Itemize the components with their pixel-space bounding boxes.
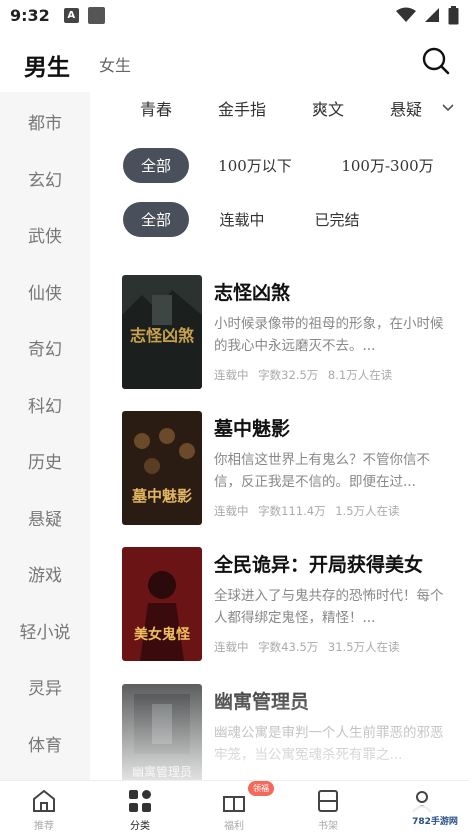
cover-title: 美女鬼怪: [134, 626, 191, 643]
tab-male[interactable]: 男生: [24, 48, 70, 82]
nav-bookshelf[interactable]: 书架: [298, 787, 358, 832]
tab-female[interactable]: 女生: [99, 52, 131, 76]
welfare-badge: 领福: [248, 781, 274, 796]
bookshelf-icon: [318, 790, 338, 812]
sidebar-item-lingyi[interactable]: 灵异: [0, 674, 90, 699]
sidebar-item-dushi[interactable]: 都市: [0, 109, 90, 134]
site-watermark: 782手游网: [405, 806, 465, 834]
book-item[interactable]: 美女鬼怪 全民诡异：开局获得美女 全球进入了与鬼共存的恐怖时代！每个人都得绑定鬼…: [122, 547, 457, 662]
status-bar: 9:32 A: [0, 0, 469, 30]
category-sidebar: 都市 玄幻 武侠 仙侠 奇幻 科幻 历史 悬疑 游戏 轻小说 灵异 体育: [0, 92, 90, 780]
filter-status-completed[interactable]: 已完结: [300, 202, 374, 237]
nav-label: 推荐: [34, 821, 54, 832]
subtab-jinshouzhi[interactable]: 金手指: [218, 96, 266, 120]
book-description: 你相信这世界上有鬼么？不管你信不信，反正我是不信的。即便在过...: [214, 452, 430, 490]
filter-words-under-1m[interactable]: 100万以下: [205, 148, 305, 183]
sidebar-item-xianxia[interactable]: 仙侠: [0, 279, 90, 304]
book-description: 全球进入了与鬼共存的恐怖时代！每个人都得绑定鬼怪，精怪！...: [214, 588, 444, 626]
sidebar-item-kehuan[interactable]: 科幻: [0, 392, 90, 417]
subcategory-tabs: 青春 金手指 爽文 悬疑: [100, 96, 469, 124]
sidebar-item-xuanyi[interactable]: 悬疑: [0, 505, 90, 530]
sidebar-item-wuxia[interactable]: 武侠: [0, 222, 90, 247]
cover-title: 幽寓管理员: [132, 764, 192, 779]
sidebar-item-xuanhuan[interactable]: 玄幻: [0, 166, 90, 191]
book-item[interactable]: 墓中魅影 墓中魅影 你相信这世界上有鬼么？不管你信不信，反正我是不信的。即便在过…: [122, 411, 457, 526]
bottom-nav: 推荐 分类 福利 领福 书架 我的: [0, 780, 469, 836]
book-title[interactable]: 幽寓管理员: [214, 687, 309, 714]
filter-status-all[interactable]: 全部: [123, 202, 189, 237]
book-cover[interactable]: 墓中魅影: [122, 411, 202, 525]
battery-icon: [448, 5, 459, 24]
book-readers: 1.5万人在读: [335, 504, 400, 518]
book-title[interactable]: 墓中魅影: [214, 414, 290, 441]
subtab-qingchun[interactable]: 青春: [140, 96, 172, 120]
sidebar-item-qihuan[interactable]: 奇幻: [0, 335, 90, 360]
book-cover[interactable]: 志怪凶煞: [122, 275, 202, 389]
sidebar-item-lishi[interactable]: 历史: [0, 448, 90, 473]
filter-words-1m-3m[interactable]: 100万-300万: [330, 148, 445, 183]
wifi-icon: [396, 7, 416, 22]
book-word-count: 字数32.5万: [258, 368, 319, 382]
category-grid-icon: [129, 790, 151, 812]
book-readers: 31.5万人在读: [327, 640, 400, 654]
status-time: 9:32: [10, 5, 50, 25]
filter-words-all[interactable]: 全部: [123, 148, 189, 183]
book-word-count: 字数111.4万: [258, 504, 326, 518]
sidebar-item-youxi[interactable]: 游戏: [0, 561, 90, 586]
nav-label: 书架: [318, 821, 338, 832]
book-description: 幽魂公寓是审判一个人生前罪恶的邪恶牢笼，当公寓冤魂杀死有罪之...: [214, 725, 444, 763]
filter-status-ongoing[interactable]: 连载中: [205, 202, 279, 237]
book-readers: 8.1万人在读: [327, 368, 393, 382]
nav-category[interactable]: 分类: [110, 787, 170, 832]
cover-title: 墓中魅影: [131, 487, 192, 505]
search-icon[interactable]: [421, 46, 451, 76]
book-title[interactable]: 全民诡异：开局获得美女: [214, 550, 423, 577]
book-meta: 连载中 字数111.4万 1.5万人在读: [214, 503, 406, 519]
header: 男生 女生: [0, 30, 469, 92]
subtab-xuanyi[interactable]: 悬疑: [390, 96, 422, 120]
book-status: 连载中: [214, 640, 249, 654]
book-item[interactable]: 志怪凶煞 志怪凶煞 小时候录像带的祖母的形象，在小时候的我心中永远磨灭不去。..…: [122, 275, 457, 390]
nav-label: 分类: [130, 821, 150, 832]
gift-icon: [223, 796, 245, 812]
book-title[interactable]: 志怪凶煞: [214, 278, 290, 305]
sidebar-item-tiyu[interactable]: 体育: [0, 731, 90, 756]
book-meta: 连载中 字数43.5万 31.5万人在读: [214, 639, 406, 655]
notification-square-icon: [87, 6, 105, 24]
nav-label: 福利: [224, 821, 244, 832]
nav-recommend[interactable]: 推荐: [14, 787, 74, 832]
cover-title: 志怪凶煞: [130, 326, 195, 345]
sidebar-item-qingxiaoshuo[interactable]: 轻小说: [0, 618, 90, 643]
book-cover[interactable]: 美女鬼怪: [122, 547, 202, 661]
home-icon: [33, 789, 55, 812]
book-status: 连载中: [214, 368, 249, 382]
chevron-down-icon[interactable]: [441, 100, 455, 114]
notification-a-icon: A: [63, 7, 79, 23]
signal-icon: [425, 8, 439, 22]
book-word-count: 字数43.5万: [258, 640, 319, 654]
subtab-shuangwen[interactable]: 爽文: [312, 96, 344, 120]
book-description: 小时候录像带的祖母的形象，在小时候的我心中永远磨灭不去。...: [214, 316, 444, 354]
book-meta: 连载中 字数32.5万 8.1万人在读: [214, 367, 398, 383]
book-status: 连载中: [214, 504, 249, 518]
